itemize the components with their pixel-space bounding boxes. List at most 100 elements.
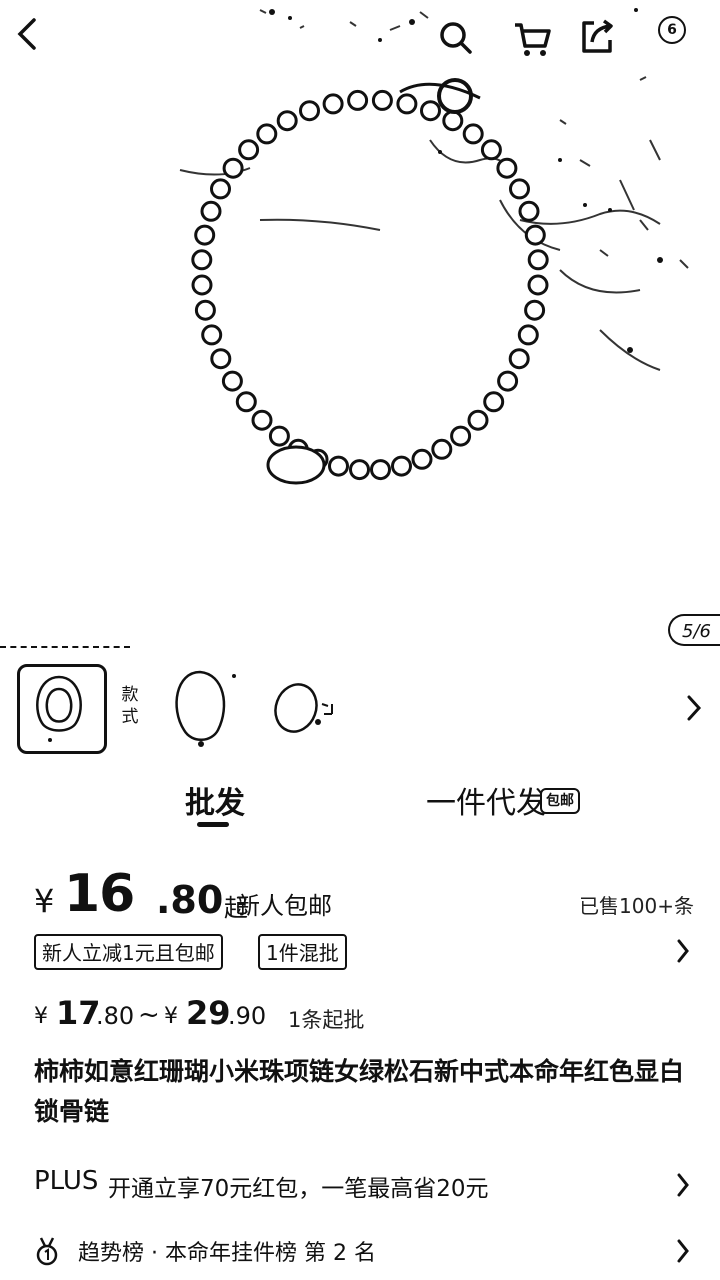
product-title: 柿柿如意红珊瑚小米珠项链女绿松石新中式本命年红色显白锁骨链 (34, 1057, 685, 1126)
bead (480, 139, 502, 161)
plus-membership-row[interactable]: PLUS 开通立享70元红包，一笔最高省20元 (34, 1160, 690, 1208)
currency-symbol: ¥ (34, 882, 55, 920)
bead (467, 409, 489, 431)
bead (431, 438, 453, 460)
bead (483, 391, 505, 413)
share-icon (582, 19, 613, 53)
necklace-thumbnail-icon (274, 683, 333, 733)
image-counter: 5/6 (668, 614, 720, 646)
style-thumbnail[interactable] (158, 664, 242, 748)
bead (518, 200, 540, 222)
plus-logo: PLUS (34, 1166, 99, 1196)
bead (191, 274, 213, 296)
bead (508, 348, 530, 370)
bead (509, 178, 530, 200)
bead (235, 391, 257, 413)
bead (450, 425, 472, 447)
bead (210, 348, 232, 370)
bead (299, 100, 320, 122)
sold-count: 已售100+条 (579, 894, 694, 918)
min-order: 1条起批 (288, 1008, 365, 1032)
tab-wholesale[interactable]: 批发 (185, 778, 245, 822)
price-low-decimal: .80 (96, 1002, 135, 1030)
bracelet-photo (179, 8, 689, 485)
bead (524, 299, 546, 321)
promo-row[interactable]: 新人立减1元且包邮 1件混批 (34, 934, 690, 974)
search-button[interactable] (438, 20, 486, 68)
search-icon (440, 22, 472, 54)
bead (524, 224, 546, 246)
bead (396, 93, 418, 115)
bead (210, 178, 231, 200)
price-range: ¥ 17 .80 ~ ¥ 29 .90 1条起批 (34, 990, 674, 1038)
bead (194, 224, 216, 246)
bead (322, 93, 344, 115)
trend-ranking-row[interactable]: 趋势榜 · 本命年挂件榜 第 2 名 (34, 1226, 690, 1274)
bead (527, 249, 549, 271)
bead (442, 110, 464, 132)
bead (462, 123, 484, 145)
medal-icon (34, 1236, 60, 1270)
bead (411, 448, 433, 470)
bead (328, 455, 349, 477)
bead (527, 274, 549, 296)
price-decimal: .80 (156, 878, 224, 922)
bead (238, 139, 260, 161)
bead (496, 157, 518, 179)
more-button[interactable]: 6 (646, 8, 694, 56)
bead (371, 89, 393, 111)
share-button[interactable] (578, 18, 626, 66)
tab-dropship[interactable]: 一件代发 (426, 778, 546, 822)
promo-tag[interactable]: 1件混批 (258, 934, 347, 970)
price-high-integer: 29 (186, 994, 231, 1032)
style-more-button[interactable] (672, 686, 716, 730)
bead (200, 200, 222, 222)
bead (191, 249, 213, 271)
bead (420, 100, 441, 122)
cart-icon (515, 23, 551, 56)
bead (347, 89, 369, 111)
chevron-right-icon (677, 939, 689, 963)
bead (276, 110, 298, 132)
necklace-thumbnail-icon (36, 675, 82, 742)
necklace-thumbnail-icon (175, 670, 236, 747)
price-low-integer: 17 (56, 994, 101, 1032)
trend-ranking-text: 趋势榜 · 本命年挂件榜 第 2 名 (78, 1241, 376, 1266)
bead (497, 370, 519, 392)
price-high-decimal: .90 (228, 1002, 267, 1030)
style-label: 款式 (121, 685, 139, 727)
chevron-right-icon (687, 695, 702, 721)
free-shipping-badge: 包邮 (540, 788, 580, 814)
bead (201, 324, 223, 346)
bead (391, 455, 412, 477)
divider (0, 646, 130, 648)
bead (251, 409, 273, 431)
range-separator: ~ (138, 1000, 160, 1030)
back-icon (17, 18, 36, 50)
active-tab-indicator (197, 822, 229, 827)
bead (256, 123, 278, 145)
style-selector: 款式 (0, 656, 720, 760)
bead (517, 324, 539, 346)
new-user-free-shipping: 新人包邮 (236, 892, 332, 920)
price-integer: 16 (64, 864, 135, 924)
bead (349, 459, 370, 481)
more-icon: 6 (658, 16, 686, 44)
style-thumbnail[interactable] (17, 664, 107, 754)
promo-tag[interactable]: 新人立减1元且包邮 (34, 934, 223, 970)
bead (194, 299, 216, 321)
back-button[interactable] (14, 18, 62, 66)
bead (268, 425, 290, 447)
plus-offer-text: 开通立享70元红包，一笔最高省20元 (108, 1176, 489, 1202)
cart-button[interactable] (512, 20, 560, 68)
price-row: ¥ 16 .80 起 新人包邮 已售100+条 (34, 864, 694, 928)
currency-symbol: ¥ (164, 1004, 178, 1029)
purchase-mode-tabs: 批发 一件代发 包邮 (0, 770, 720, 834)
bead (370, 459, 391, 481)
promo-more-button[interactable] (676, 938, 690, 968)
product-image[interactable]: 6 5/6 (0, 0, 720, 650)
chevron-right-icon (676, 1238, 690, 1268)
style-thumbnail[interactable] (262, 664, 342, 748)
bead (222, 157, 244, 179)
bead (221, 370, 243, 392)
